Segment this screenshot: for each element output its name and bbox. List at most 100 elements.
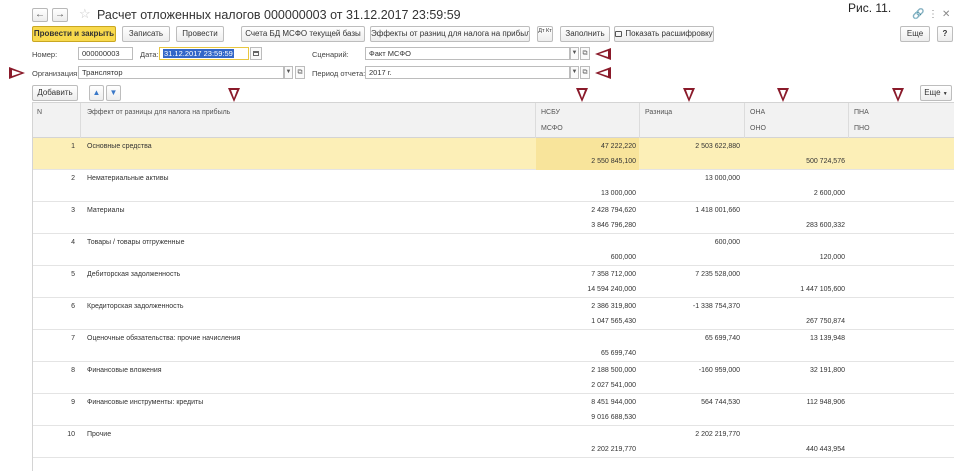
row-effect-name[interactable]: Дебиторская задолженность	[87, 271, 527, 278]
row-effect-name[interactable]: Оценочные обязательства: прочие начислен…	[87, 335, 527, 342]
row-ono-value[interactable]: 267 750,874	[745, 318, 845, 325]
row-difference-value[interactable]: -160 959,000	[640, 367, 740, 374]
row-number[interactable]: 7	[33, 335, 75, 342]
row-number[interactable]: 1	[33, 143, 75, 150]
show-breakdown-button[interactable]: Показать расшифровку	[614, 26, 714, 42]
scenario-field[interactable]: Факт МСФО	[365, 47, 570, 60]
more-vertical-icon[interactable]: ⋮	[928, 9, 938, 21]
help-button[interactable]: ?	[937, 26, 953, 42]
more-button[interactable]: Еще	[900, 26, 930, 42]
row-msfo-value[interactable]: 3 846 796,280	[536, 222, 636, 229]
row-ono-value[interactable]: 440 443,954	[745, 446, 845, 453]
effects-button[interactable]: Эффекты от разниц для налога на прибыль	[370, 26, 530, 42]
row-number[interactable]: 6	[33, 303, 75, 310]
row-effect-name[interactable]: Нематериальные активы	[87, 175, 527, 182]
table-more-button[interactable]: Еще ▼	[920, 85, 952, 101]
back-button[interactable]: ←	[32, 8, 48, 22]
column-header-nsbu[interactable]: НСБУ	[541, 109, 560, 116]
organization-open-button[interactable]: ⧉	[295, 66, 305, 79]
add-row-button[interactable]: Добавить	[32, 85, 78, 101]
table-row[interactable]: 7 Оценочные обязательства: прочие начисле…	[33, 330, 954, 362]
organization-field[interactable]: Транслятор	[78, 66, 284, 79]
row-number[interactable]: 2	[33, 175, 75, 182]
table-row[interactable]: 4 Товары / товары отгруженные 600,000 600,0…	[33, 234, 954, 266]
row-effect-name[interactable]: Кредиторская задолженность	[87, 303, 527, 310]
scenario-open-button[interactable]: ⧉	[580, 47, 590, 60]
table-row[interactable]: 1 Основные средства 47 222,220 2 550 845,10…	[33, 138, 954, 170]
period-dropdown[interactable]: ▼	[570, 66, 579, 79]
row-number[interactable]: 5	[33, 271, 75, 278]
organization-dropdown[interactable]: ▼	[284, 66, 293, 79]
row-effect-name[interactable]: Финансовые вложения	[87, 367, 527, 374]
row-msfo-value[interactable]: 13 000,000	[536, 190, 636, 197]
post-button[interactable]: Провести	[176, 26, 224, 42]
accounts-button[interactable]: Счета БД МСФО текущей базы	[241, 26, 365, 42]
row-nsbu-value[interactable]: 2 428 794,620	[536, 207, 636, 214]
forward-button[interactable]: →	[52, 8, 68, 22]
column-header-difference[interactable]: Разница	[645, 109, 672, 116]
row-effect-name[interactable]: Материалы	[87, 207, 527, 214]
row-difference-value[interactable]: 1 418 001,660	[640, 207, 740, 214]
row-nsbu-value[interactable]: 8 451 944,000	[536, 399, 636, 406]
number-field[interactable]: 000000003	[78, 47, 133, 60]
column-header-ona[interactable]: ОНА	[750, 109, 765, 116]
row-ona-value[interactable]: 13 139,948	[745, 335, 845, 342]
row-difference-value[interactable]: 2 202 219,770	[640, 431, 740, 438]
calendar-button[interactable]	[250, 47, 262, 60]
table-row[interactable]: 3 Материалы 2 428 794,620 3 846 796,280 1 41…	[33, 202, 954, 234]
table-row[interactable]: 6 Кредиторская задолженность 2 386 319,800…	[33, 298, 954, 330]
row-number[interactable]: 9	[33, 399, 75, 406]
row-number[interactable]: 10	[33, 431, 75, 438]
row-effect-name[interactable]: Финансовые инструменты: кредиты	[87, 399, 527, 406]
dt-kt-button[interactable]: Дт Кт	[537, 26, 553, 42]
scenario-dropdown[interactable]: ▼	[570, 47, 579, 60]
row-ona-value[interactable]: 112 948,906	[745, 399, 845, 406]
row-msfo-value[interactable]: 600,000	[536, 254, 636, 261]
row-ona-value[interactable]: 32 191,800	[745, 367, 845, 374]
date-field[interactable]: 31.12.2017 23:59:59	[159, 47, 249, 60]
row-msfo-value[interactable]: 65 699,740	[536, 350, 636, 357]
row-number[interactable]: 3	[33, 207, 75, 214]
row-difference-value[interactable]: 564 744,530	[640, 399, 740, 406]
close-icon[interactable]: ✕	[942, 9, 950, 21]
table-row[interactable]: 5 Дебиторская задолженность 7 358 712,000 1…	[33, 266, 954, 298]
row-difference-value[interactable]: 2 503 622,880	[640, 143, 740, 150]
table-row[interactable]: 9 Финансовые инструменты: кредиты 8 451 94…	[33, 394, 954, 426]
row-ono-value[interactable]: 1 447 105,600	[745, 286, 845, 293]
table-row[interactable]: 8 Финансовые вложения 2 188 500,000 2 027 5…	[33, 362, 954, 394]
row-difference-value[interactable]: 65 699,740	[640, 335, 740, 342]
row-msfo-value[interactable]: 1 047 565,430	[536, 318, 636, 325]
column-header-effect[interactable]: Эффект от разницы для налога на прибыль	[87, 109, 230, 116]
row-ono-value[interactable]: 283 600,332	[745, 222, 845, 229]
period-field[interactable]: 2017 г.	[365, 66, 570, 79]
table-row[interactable]: 10 Прочие 2 202 219,770 2 202 219,770 440 44…	[33, 426, 954, 458]
move-up-button[interactable]: ▲	[89, 85, 104, 101]
row-msfo-value[interactable]: 9 016 688,530	[536, 414, 636, 421]
column-header-pno[interactable]: ПНО	[854, 125, 870, 132]
row-nsbu-value[interactable]: 7 358 712,000	[536, 271, 636, 278]
row-effect-name[interactable]: Прочие	[87, 431, 527, 438]
row-ono-value[interactable]: 120,000	[745, 254, 845, 261]
row-number[interactable]: 4	[33, 239, 75, 246]
move-down-button[interactable]: ▼	[106, 85, 121, 101]
row-difference-value[interactable]: -1 338 754,370	[640, 303, 740, 310]
row-difference-value[interactable]: 13 000,000	[640, 175, 740, 182]
row-msfo-value[interactable]: 2 027 541,000	[536, 382, 636, 389]
table-row[interactable]: 2 Нематериальные активы 13 000,000 13 000,0…	[33, 170, 954, 202]
row-ono-value[interactable]: 500 724,576	[745, 158, 845, 165]
column-header-pna[interactable]: ПНА	[854, 109, 869, 116]
row-msfo-value[interactable]: 2 550 845,100	[536, 158, 636, 165]
fill-button[interactable]: Заполнить	[560, 26, 610, 42]
row-msfo-value[interactable]: 2 202 219,770	[536, 446, 636, 453]
post-and-close-button[interactable]: Провести и закрыть	[32, 26, 116, 42]
row-nsbu-value[interactable]: 2 188 500,000	[536, 367, 636, 374]
row-nsbu-value[interactable]: 2 386 319,800	[536, 303, 636, 310]
row-ono-value[interactable]: 2 600,000	[745, 190, 845, 197]
row-msfo-value[interactable]: 14 594 240,000	[536, 286, 636, 293]
column-header-n[interactable]: N	[37, 109, 42, 116]
save-button[interactable]: Записать	[122, 26, 170, 42]
row-difference-value[interactable]: 600,000	[640, 239, 740, 246]
column-header-ono[interactable]: ОНО	[750, 125, 766, 132]
period-open-button[interactable]: ⧉	[580, 66, 590, 79]
row-nsbu-value[interactable]: 47 222,220	[536, 143, 636, 150]
